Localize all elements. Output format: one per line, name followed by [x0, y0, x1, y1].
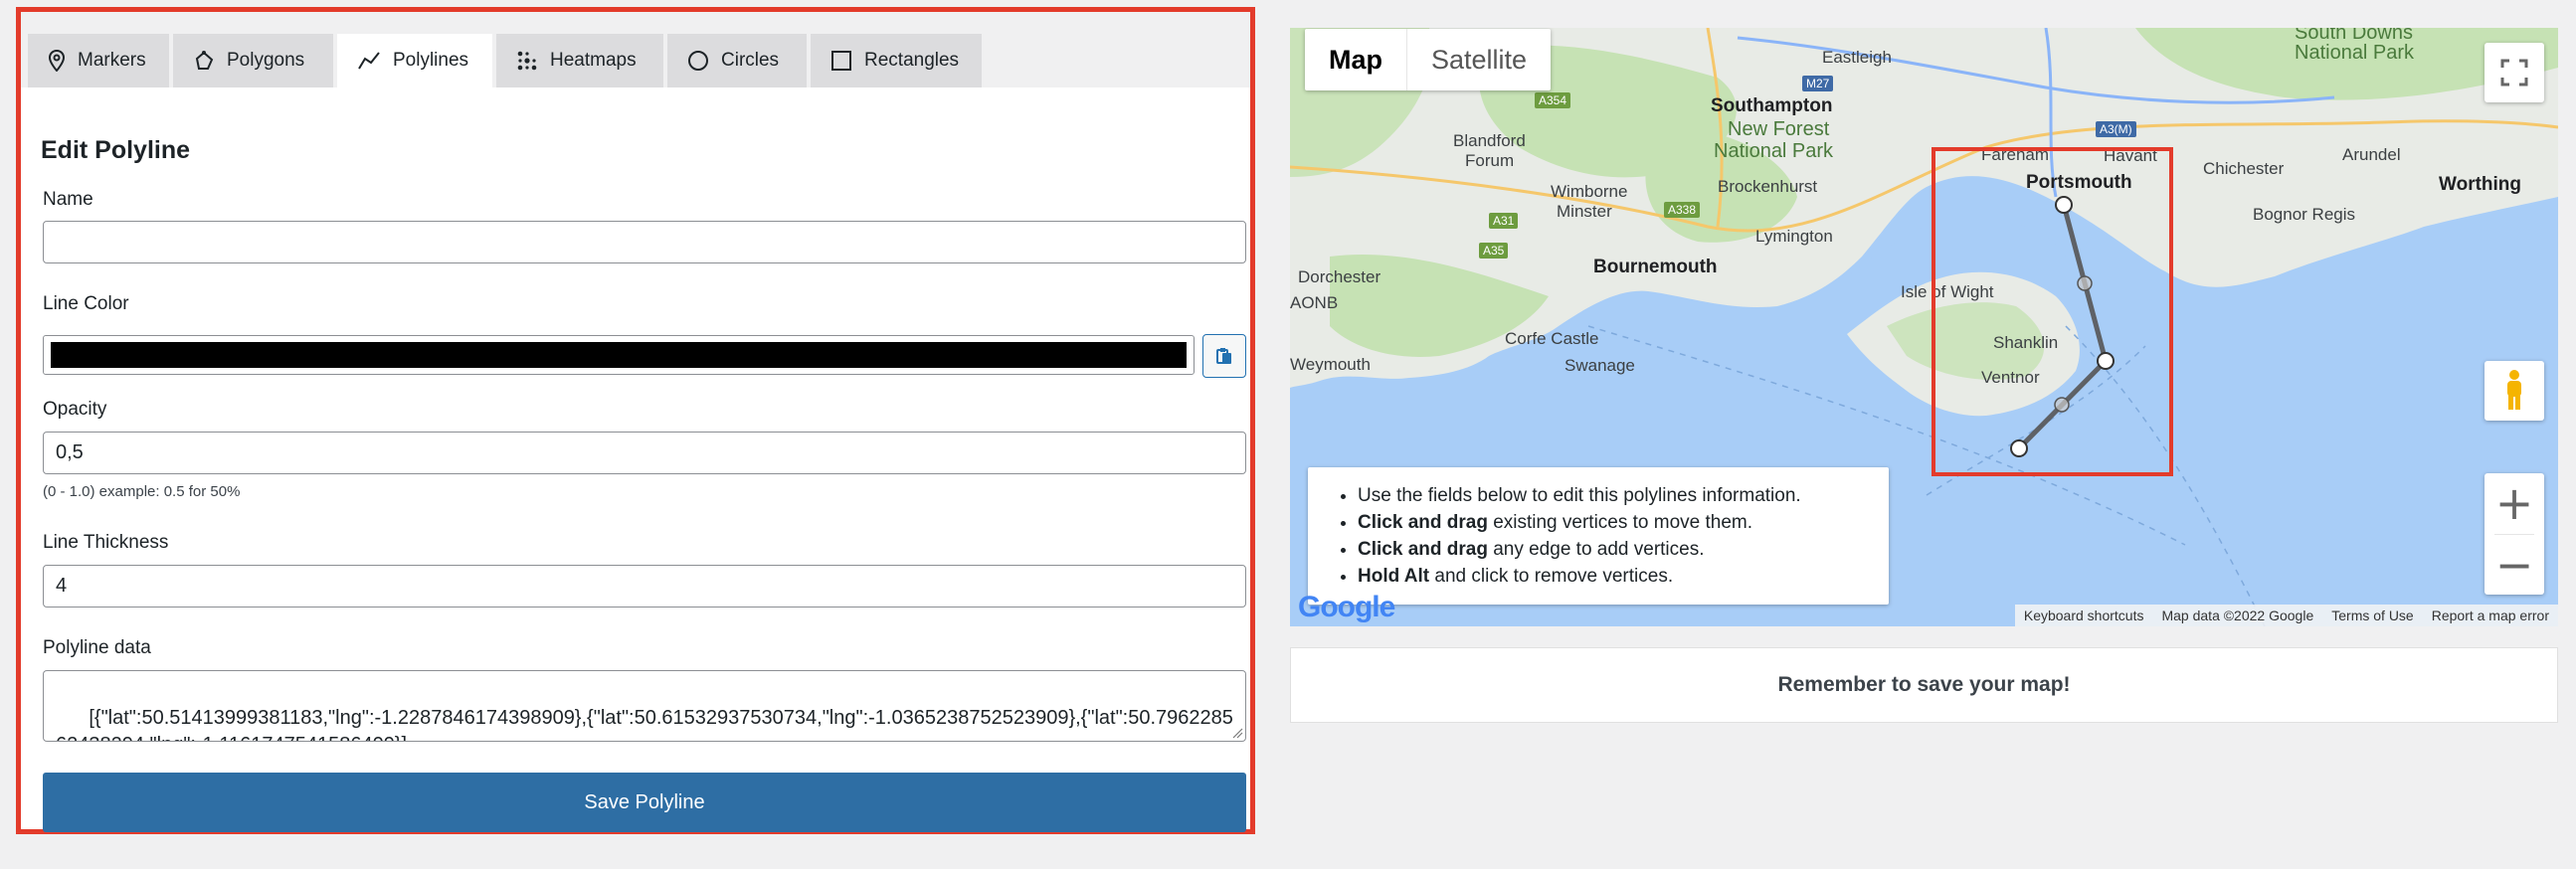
polyline-data-label: Polyline data — [43, 637, 151, 658]
tab-polygons[interactable]: Polygons — [173, 34, 333, 87]
zoom-out-button[interactable]: − — [2484, 535, 2544, 595]
tab-label: Heatmaps — [550, 50, 637, 71]
place-label: Corfe Castle — [1505, 329, 1599, 348]
place-label: National Park — [2295, 42, 2415, 64]
tab-label: Rectangles — [864, 50, 960, 71]
place-label: Eastleigh — [1822, 48, 1892, 67]
instruction-bold: Hold Alt — [1358, 566, 1430, 587]
highlight-box — [1932, 147, 2173, 476]
clipboard-icon — [1216, 348, 1231, 364]
tab-polylines[interactable]: Polylines — [337, 34, 492, 87]
map-type-control: Map Satellite — [1305, 29, 1552, 90]
shape-tabs: Markers Polygons Polylines Heatmaps Circ… — [21, 12, 1250, 87]
map-data-text: Map data ©2022 Google — [2161, 608, 2314, 623]
line-color-swatch — [51, 342, 1187, 368]
tab-label: Markers — [78, 50, 146, 71]
place-label: Worthing — [2439, 174, 2522, 195]
place-label: Wimborne — [1551, 182, 1628, 201]
tab-label: Polylines — [393, 50, 469, 71]
rectangle-icon — [831, 51, 851, 71]
line-thickness-input[interactable] — [43, 565, 1246, 608]
zoom-in-button[interactable]: + — [2484, 473, 2544, 533]
tab-label: Circles — [721, 50, 780, 71]
road-badge: A354 — [1535, 92, 1571, 108]
place-label: AONB — [1290, 293, 1339, 312]
place-label: Southampton — [1711, 95, 1833, 116]
instruction-bold: Click and drag — [1358, 539, 1488, 560]
marker-icon — [48, 50, 66, 72]
place-label: Chichester — [2203, 159, 2285, 178]
tab-markers[interactable]: Markers — [28, 34, 169, 87]
name-label: Name — [43, 189, 93, 210]
place-label: Swanage — [1564, 356, 1635, 375]
zoom-control: + − — [2484, 473, 2544, 595]
tab-label: Polygons — [227, 50, 305, 71]
instruction-text: and click to remove vertices. — [1429, 566, 1674, 587]
map-type-map-button[interactable]: Map — [1305, 29, 1406, 90]
place-label: Arundel — [2342, 145, 2401, 164]
circle-icon — [688, 51, 708, 71]
tab-rectangles[interactable]: Rectangles — [811, 34, 982, 87]
road-badge: A3(M) — [2096, 121, 2136, 137]
instruction-item: Use the fields below to edit this polyli… — [1358, 482, 1869, 509]
instruction-item: Click and drag existing vertices to move… — [1358, 509, 1869, 536]
opacity-label: Opacity — [43, 399, 107, 420]
name-input[interactable] — [43, 221, 1246, 263]
place-label: New Forest — [1728, 118, 1830, 140]
fullscreen-icon — [2500, 59, 2528, 87]
road-badge: A35 — [1479, 243, 1509, 259]
road-badge: A31 — [1489, 213, 1519, 229]
heatmap-icon — [517, 51, 537, 71]
keyboard-shortcuts-link[interactable]: Keyboard shortcuts — [2015, 608, 2153, 623]
terms-link[interactable]: Terms of Use — [2322, 608, 2422, 623]
polygon-icon — [195, 51, 214, 70]
tab-circles[interactable]: Circles — [667, 34, 807, 87]
google-logo: Google — [1298, 591, 1395, 623]
place-label: Lymington — [1755, 227, 1833, 246]
instruction-item: Hold Alt and click to remove vertices. — [1358, 563, 1869, 590]
map-attribution: Keyboard shortcuts Map data ©2022 Google… — [2014, 605, 2558, 626]
place-label: Bournemouth — [1593, 257, 1718, 277]
pegman-icon — [2507, 370, 2521, 410]
polyline-form: Edit Polyline Name Line Color Opacity (0… — [21, 87, 1250, 832]
tab-heatmaps[interactable]: Heatmaps — [496, 34, 663, 87]
instruction-text: Use the fields below to edit this polyli… — [1358, 485, 1801, 506]
form-title: Edit Polyline — [41, 136, 191, 164]
copy-color-button[interactable] — [1202, 334, 1246, 378]
instruction-bold: Click and drag — [1358, 512, 1488, 533]
polyline-data-textarea[interactable]: [{"lat":50.51413999381183,"lng":-1.22878… — [43, 670, 1246, 742]
place-label: National Park — [1714, 140, 1834, 162]
instruction-item: Click and drag any edge to add vertices. — [1358, 536, 1869, 563]
polyline-editor-panel: Markers Polygons Polylines Heatmaps Circ… — [16, 7, 1255, 834]
report-error-link[interactable]: Report a map error — [2423, 608, 2558, 623]
place-label: Bognor Regis — [2253, 205, 2356, 224]
save-polyline-button[interactable]: Save Polyline — [43, 773, 1246, 832]
opacity-help-text: (0 - 1.0) example: 0.5 for 50% — [43, 483, 241, 500]
resize-grip-icon[interactable] — [1231, 727, 1243, 739]
line-color-input[interactable] — [43, 335, 1195, 375]
line-thickness-label: Line Thickness — [43, 532, 169, 553]
line-color-label: Line Color — [43, 293, 129, 314]
place-label: Dorchester — [1298, 267, 1381, 286]
place-label: Blandford — [1453, 131, 1526, 150]
place-label: Minster — [1557, 202, 1612, 221]
polyline-icon — [358, 52, 380, 70]
instruction-text: any edge to add vertices. — [1487, 539, 1705, 560]
polyline-data-text: [{"lat":50.51413999381183,"lng":-1.22878… — [56, 707, 1233, 741]
instruction-text: existing vertices to move them. — [1487, 512, 1753, 533]
map-instructions: Use the fields below to edit this polyli… — [1308, 467, 1889, 605]
fullscreen-button[interactable] — [2484, 43, 2544, 102]
road-badge: A338 — [1664, 202, 1701, 218]
pegman-button[interactable] — [2484, 361, 2544, 421]
opacity-input[interactable] — [43, 432, 1246, 474]
map-canvas[interactable]: Eastleigh Southampton South Downs Nation… — [1290, 28, 2558, 626]
map-type-satellite-button[interactable]: Satellite — [1406, 29, 1551, 90]
place-label: Forum — [1465, 151, 1515, 170]
place-label: Brockenhurst — [1718, 177, 1818, 196]
road-badge: M27 — [1802, 76, 1834, 91]
place-label: Weymouth — [1290, 355, 1371, 374]
save-reminder: Remember to save your map! — [1290, 647, 2558, 723]
